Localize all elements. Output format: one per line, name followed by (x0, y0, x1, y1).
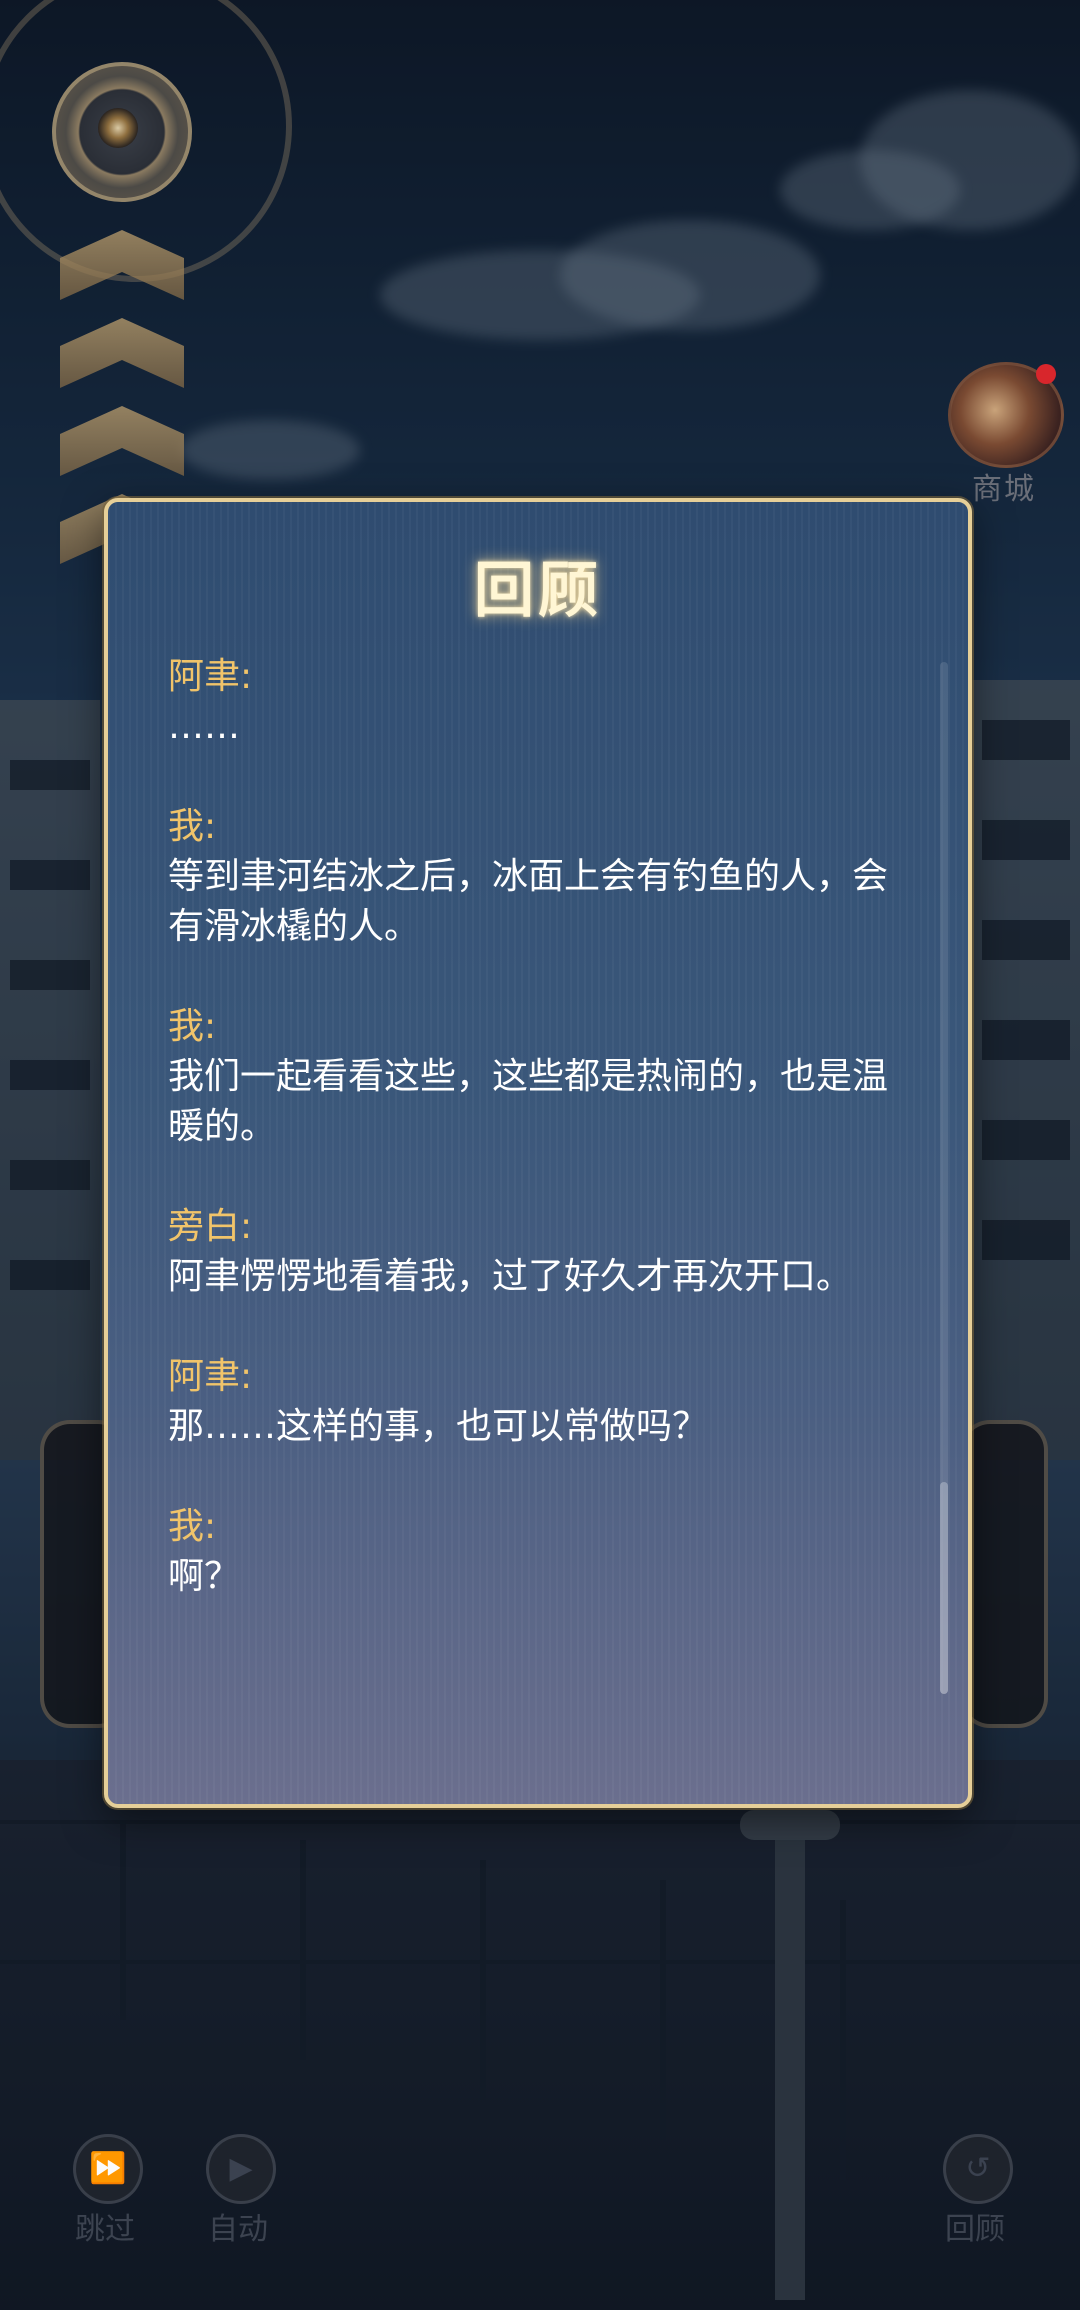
log-scrollbar[interactable] (940, 662, 948, 1694)
log-entry: 旁白: 阿聿愣愣地看着我，过了好久才再次开口。 (168, 1202, 908, 1302)
log-text: 阿聿愣愣地看着我，过了好久才再次开口。 (168, 1256, 853, 1297)
skip-button[interactable]: ⏩ 跳过 (40, 2134, 170, 2254)
log-entry: 阿聿: 那……这样的事，也可以常做吗？ (168, 1352, 908, 1452)
log-speaker: 阿聿: (168, 1356, 253, 1397)
review-button[interactable]: ↺ 回顾 (910, 2134, 1040, 2254)
shop-button[interactable]: 商城 (944, 362, 1064, 507)
log-speaker: 我: (168, 806, 217, 847)
log-entry: 我: 我们一起看看这些，这些都是热闹的，也是温暖的。 (168, 1002, 908, 1152)
log-text: 那……这样的事，也可以常做吗？ (168, 1406, 709, 1447)
review-label: 回顾 (945, 2212, 1005, 2247)
chevron-icon (60, 318, 184, 388)
log-entry: 我: 等到聿河结冰之后，冰面上会有钓鱼的人，会有滑冰橇的人。 (168, 802, 908, 952)
dialogue-log[interactable]: 阿聿: …… 我: 等到聿河结冰之后，冰面上会有钓鱼的人，会有滑冰橇的人。 我:… (168, 652, 908, 1652)
chevron-icon (60, 406, 184, 476)
play-icon: ▶ (229, 2151, 253, 2186)
history-icon: ↺ (965, 2151, 991, 2186)
skip-label: 跳过 (75, 2212, 135, 2247)
chevron-icon (60, 230, 184, 300)
auto-label: 自动 (208, 2212, 268, 2247)
log-speaker: 我: (168, 1006, 217, 1047)
auto-circle: ▶ (206, 2134, 276, 2204)
review-title: 回顾 (474, 556, 602, 626)
auto-button[interactable]: ▶ 自动 (173, 2134, 303, 2254)
log-text: 我们一起看看这些，这些都是热闹的，也是温暖的。 (168, 1056, 889, 1147)
log-speaker: 我: (168, 1506, 217, 1547)
log-speaker: 旁白: (168, 1206, 253, 1247)
log-text: 等到聿河结冰之后，冰面上会有钓鱼的人，会有滑冰橇的人。 (168, 856, 889, 947)
notification-dot-icon (1036, 364, 1056, 384)
log-text: 啊？ (168, 1556, 241, 1597)
log-entry: 阿聿: …… (168, 652, 908, 752)
emblem-eye-icon (98, 108, 138, 148)
log-speaker: 阿聿: (168, 656, 253, 697)
log-text: …… (168, 706, 240, 747)
log-entry: 我: 啊？ (168, 1502, 908, 1602)
review-dialog: 回顾 阿聿: …… 我: 等到聿河结冰之后，冰面上会有钓鱼的人，会有滑冰橇的人。… (104, 498, 972, 1808)
review-circle: ↺ (943, 2134, 1013, 2204)
fast-forward-icon: ⏩ (89, 2151, 127, 2186)
skip-circle: ⏩ (73, 2134, 143, 2204)
side-panel-right (960, 1420, 1048, 1728)
scrollbar-thumb[interactable] (940, 1482, 948, 1694)
